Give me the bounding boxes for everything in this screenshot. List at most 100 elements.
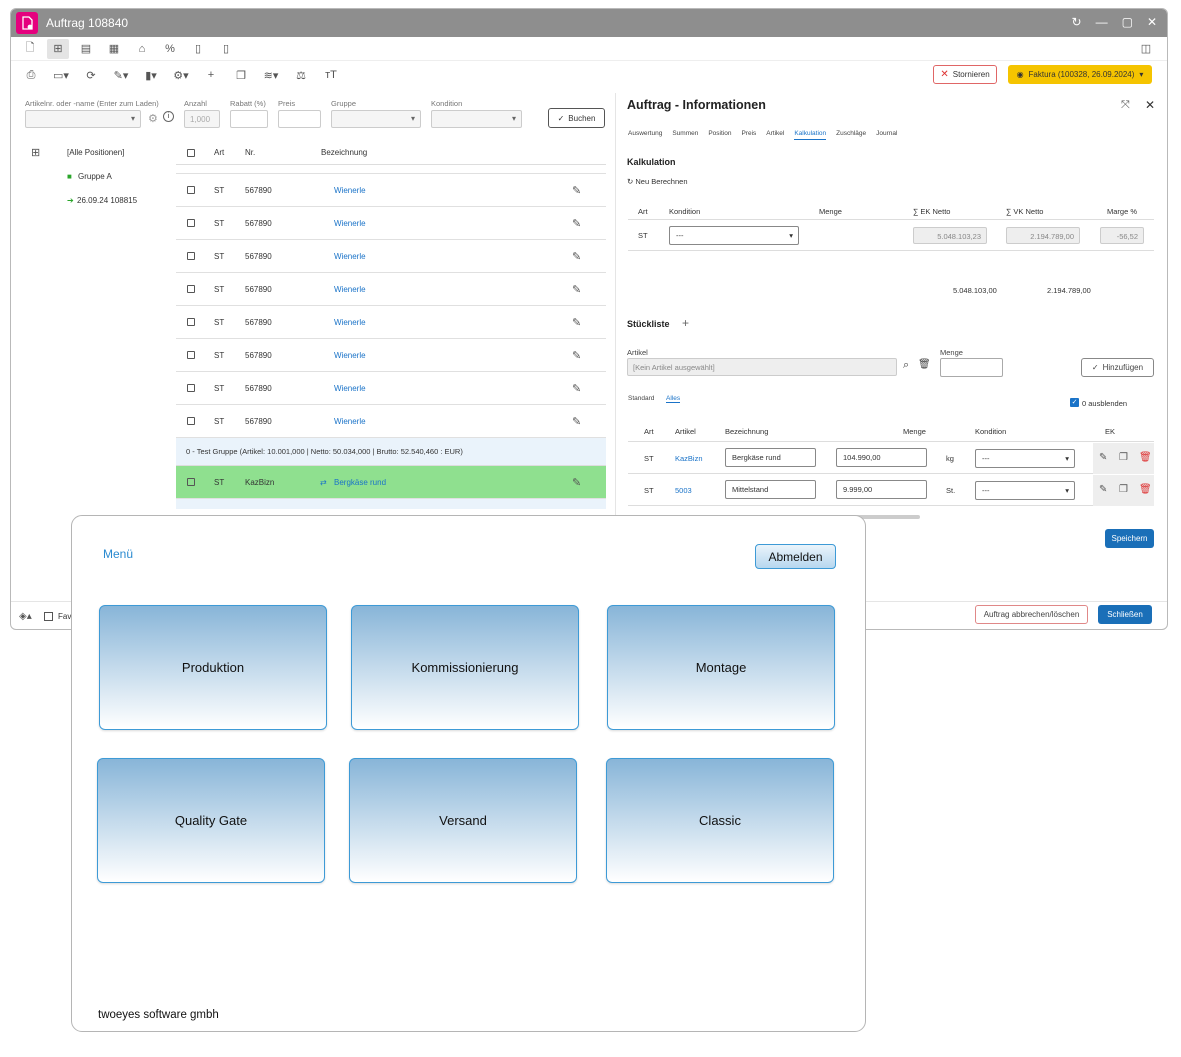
- edit-icon[interactable]: ✎: [572, 217, 581, 230]
- table-row[interactable]: ST 567890 Wienerle ✎: [176, 240, 606, 273]
- artikel-input[interactable]: [Kein Artikel ausgewählt]: [627, 358, 897, 376]
- table-row[interactable]: ST 567890 Wienerle ✎: [176, 273, 606, 306]
- tile-classic[interactable]: Classic: [606, 758, 834, 883]
- cell-bez[interactable]: Wienerle: [334, 285, 366, 294]
- select-all-checkbox[interactable]: [187, 148, 195, 157]
- row-checkbox[interactable]: [187, 285, 195, 293]
- highlighted-row[interactable]: ST KazBizn ⇄ Bergkäse rund ✎: [176, 466, 606, 499]
- document-icon[interactable]: 🗋: [19, 39, 41, 59]
- refresh-icon[interactable]: ↻: [1072, 15, 1082, 29]
- tab-position[interactable]: Position: [708, 130, 731, 140]
- close-panel-icon[interactable]: ✕: [1145, 98, 1155, 112]
- stueck-cell-artikel[interactable]: 5003: [675, 486, 692, 495]
- tile-versand[interactable]: Versand: [349, 758, 577, 883]
- gruppe-select[interactable]: ▾: [331, 110, 421, 128]
- tree-view-icon[interactable]: ⊞: [47, 38, 69, 59]
- print-icon[interactable]: ⎙: [21, 69, 41, 82]
- trash-icon[interactable]: 🗑: [918, 359, 931, 370]
- edit-icon[interactable]: ✎: [572, 415, 581, 428]
- stueck-menge-input[interactable]: 104.990,00: [836, 448, 927, 467]
- split-view-icon[interactable]: ◫: [1135, 39, 1157, 59]
- edit-icon[interactable]: ✎: [572, 283, 581, 296]
- add-icon[interactable]: +: [201, 69, 221, 81]
- table-row[interactable]: ST 567890 Wienerle ✎: [176, 405, 606, 438]
- cell-bez[interactable]: Wienerle: [334, 417, 366, 426]
- tile-montage[interactable]: Montage: [607, 605, 835, 730]
- tile-produktion[interactable]: Produktion: [99, 605, 327, 730]
- menge-input[interactable]: [940, 358, 1003, 377]
- preis-input[interactable]: [278, 110, 321, 128]
- money-icon[interactable]: ≋▾: [261, 69, 281, 82]
- recalc-button[interactable]: ↻ Neu Berechnen: [627, 177, 688, 186]
- tree-group-a[interactable]: Gruppe A: [78, 172, 112, 181]
- edit-icon[interactable]: ✎: [1099, 452, 1107, 463]
- edit-icon[interactable]: ✎: [572, 476, 581, 489]
- invoice-icon[interactable]: ▯: [215, 39, 237, 59]
- subtab-alles[interactable]: Alles: [666, 395, 681, 403]
- settings-icon[interactable]: ⚙▾: [171, 69, 191, 82]
- stueck-cell-artikel[interactable]: KazBizn: [675, 454, 703, 463]
- cell-bez[interactable]: Wienerle: [334, 351, 366, 360]
- tree-order-ref[interactable]: 26.09.24 108815: [77, 196, 137, 205]
- factory-icon[interactable]: ⌂: [131, 39, 153, 59]
- thermometer-icon[interactable]: ▮▾: [141, 69, 161, 82]
- stornieren-button[interactable]: ✕ Stornieren: [933, 65, 997, 84]
- gear-icon[interactable]: ⚙: [148, 112, 158, 125]
- copy-icon[interactable]: ❐: [231, 69, 251, 82]
- maximize-icon[interactable]: ▢: [1122, 15, 1133, 29]
- edit-icon[interactable]: ✎: [572, 382, 581, 395]
- stueck-kondition-select[interactable]: --- ▾: [975, 481, 1075, 500]
- buchen-button[interactable]: ✓ Buchen: [548, 108, 605, 128]
- stueck-menge-input[interactable]: 9.999,00: [836, 480, 927, 499]
- speichern-button[interactable]: Speichern: [1105, 529, 1154, 548]
- stueck-bez-input[interactable]: Mittelstand: [725, 480, 816, 499]
- tile-quality-gate[interactable]: Quality Gate: [97, 758, 325, 883]
- cell-bez[interactable]: Bergkäse rund: [334, 478, 386, 487]
- hide-zero-checkbox[interactable]: ✓: [1070, 398, 1079, 407]
- money-stack-icon[interactable]: ▦: [103, 39, 125, 59]
- tab-artikel[interactable]: Artikel: [766, 130, 784, 140]
- minimize-icon[interactable]: —: [1096, 15, 1108, 29]
- anzahl-input[interactable]: 1,000: [184, 110, 220, 128]
- cancel-delete-button[interactable]: Auftrag abbrechen/löschen: [975, 605, 1088, 624]
- tile-kommissionierung[interactable]: Kommissionierung: [351, 605, 579, 730]
- row-checkbox[interactable]: [187, 219, 195, 227]
- info-icon[interactable]: i: [163, 111, 174, 122]
- add-icon[interactable]: +: [682, 316, 689, 330]
- article-input[interactable]: ▾: [25, 110, 141, 128]
- tree-all-positions[interactable]: [Alle Positionen]: [67, 148, 124, 157]
- text-size-icon[interactable]: тT: [321, 69, 341, 81]
- group-summary-row[interactable]: 0 - Test Gruppe (Artikel: 10.001,000 | N…: [176, 438, 606, 466]
- tab-auswertung[interactable]: Auswertung: [628, 130, 662, 140]
- tab-kalkulation[interactable]: Kalkulation: [794, 130, 827, 140]
- subtab-standard[interactable]: Standard: [628, 395, 654, 402]
- cell-bez[interactable]: Wienerle: [334, 186, 366, 195]
- edit-icon[interactable]: ✎: [572, 250, 581, 263]
- cell-bez[interactable]: Wienerle: [334, 318, 366, 327]
- navigation-icon[interactable]: ◈▴: [19, 611, 32, 622]
- row-checkbox[interactable]: [187, 252, 195, 260]
- folder-icon[interactable]: ▭▾: [51, 69, 71, 82]
- tab-zuschlaege[interactable]: Zuschläge: [836, 130, 866, 140]
- logout-button[interactable]: Abmelden: [755, 544, 836, 569]
- percent-icon[interactable]: %: [159, 39, 181, 59]
- delete-icon[interactable]: 🗑: [1139, 452, 1152, 463]
- delete-icon[interactable]: 🗑: [1139, 484, 1152, 495]
- rabatt-input[interactable]: [230, 110, 268, 128]
- close-icon[interactable]: ✕: [1147, 15, 1157, 29]
- row-checkbox[interactable]: [187, 351, 195, 359]
- search-icon[interactable]: ⌕: [903, 359, 909, 372]
- edit-icon[interactable]: ✎: [572, 316, 581, 329]
- table-row[interactable]: ST 567890 Wienerle ✎: [176, 174, 606, 207]
- table-row[interactable]: ST 567890 Wienerle ✎: [176, 372, 606, 405]
- cell-bez[interactable]: Wienerle: [334, 252, 366, 261]
- tab-preis[interactable]: Preis: [741, 130, 756, 140]
- row-checkbox[interactable]: [187, 384, 195, 392]
- pen-icon[interactable]: ✎▾: [111, 69, 131, 82]
- favorite-checkbox[interactable]: [44, 612, 53, 621]
- tab-journal[interactable]: Journal: [876, 130, 897, 140]
- stueck-bez-input[interactable]: Bergkäse rund: [725, 448, 816, 467]
- kalk-kondition-select[interactable]: --- ▾: [669, 226, 799, 245]
- edit-icon[interactable]: ✎: [1099, 484, 1107, 495]
- row-checkbox[interactable]: [187, 318, 195, 326]
